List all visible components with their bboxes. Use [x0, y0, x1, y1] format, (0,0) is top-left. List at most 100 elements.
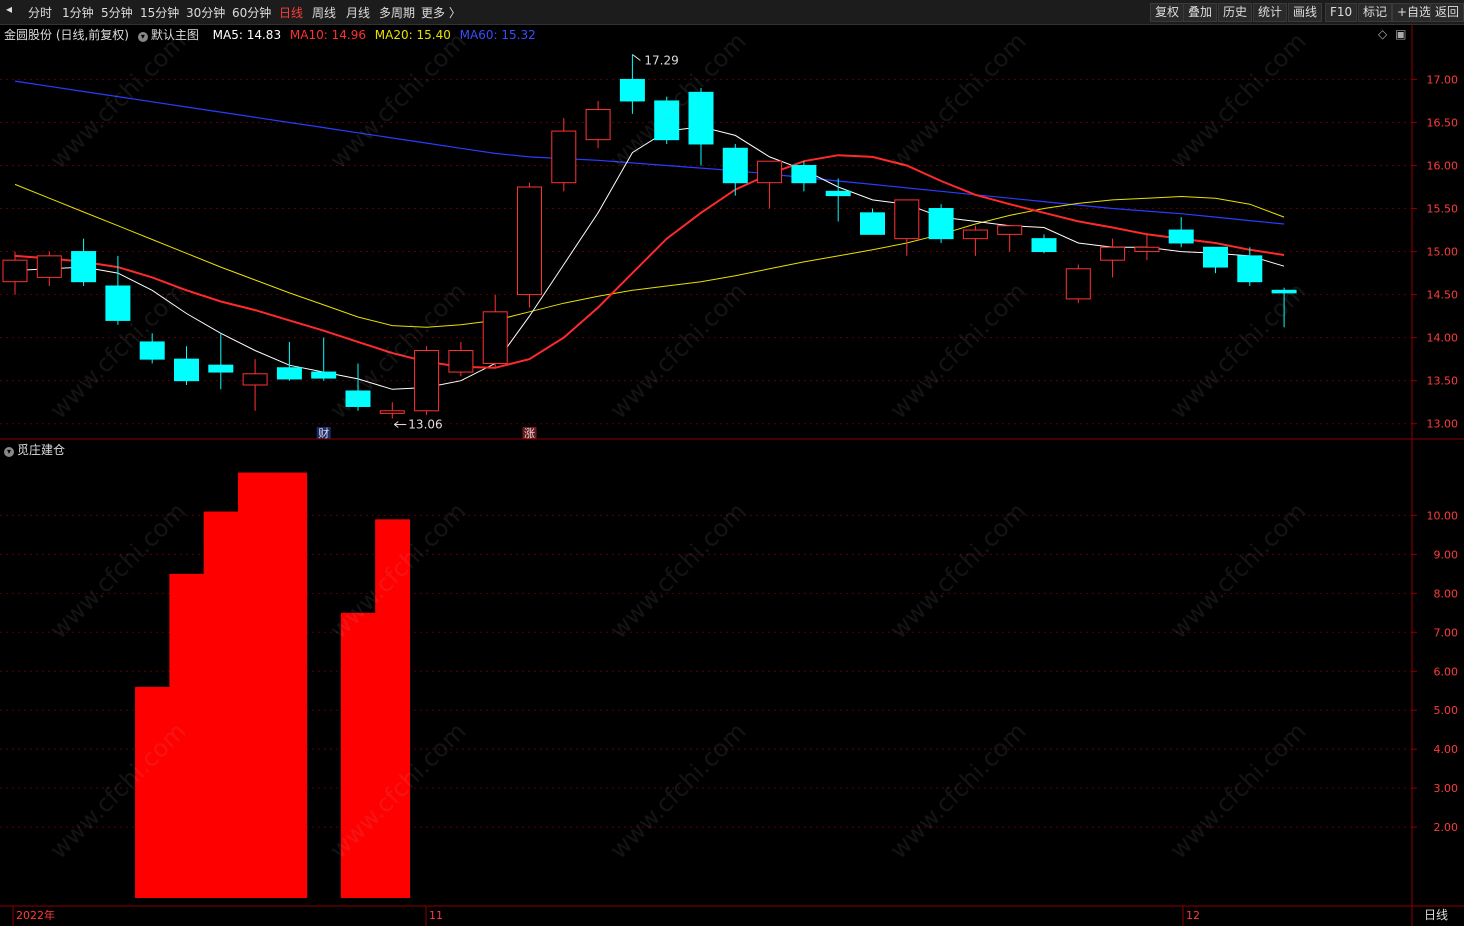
- indicator-y-tick-label: 6.00: [1434, 665, 1459, 678]
- indicator-bar: [237, 472, 273, 898]
- toolbar-button-1[interactable]: 叠加: [1183, 3, 1218, 22]
- candle-up: [585, 109, 611, 141]
- watermark-text: www.cfchi.com: [44, 277, 191, 424]
- period-label: 日线: [1424, 908, 1449, 922]
- indicator-y-tick-label: 4.00: [1434, 743, 1459, 756]
- watermark-text: www.cfchi.com: [1164, 277, 1311, 424]
- candle-down: [928, 208, 954, 240]
- indicator-y-tick-label: 8.00: [1434, 587, 1459, 600]
- watermark-text: www.cfchi.com: [604, 497, 751, 644]
- main-y-tick-label: 16.50: [1427, 116, 1459, 129]
- toolbar-button-6[interactable]: 标记: [1358, 3, 1393, 22]
- limit-up-marker: 涨: [524, 427, 535, 440]
- toolbar-button-3[interactable]: 统计: [1253, 3, 1288, 22]
- watermark-text: www.cfchi.com: [44, 497, 191, 644]
- candle-up: [379, 410, 405, 414]
- watermark-text: www.cfchi.com: [324, 27, 471, 174]
- watermark-text: www.cfchi.com: [44, 717, 191, 864]
- candle-down: [276, 367, 302, 380]
- main-y-tick-label: 13.00: [1427, 418, 1459, 431]
- watermark-text: www.cfchi.com: [884, 277, 1031, 424]
- period-tab-9[interactable]: 多周期: [379, 4, 415, 21]
- candle-up: [1065, 268, 1091, 300]
- period-tab-6[interactable]: 日线: [279, 4, 303, 21]
- toolbar-button-5[interactable]: F10: [1325, 3, 1358, 22]
- toolbar-button-2[interactable]: 历史: [1218, 3, 1253, 22]
- indicator-header: ▾ 觅庄建仓: [4, 441, 65, 458]
- candle-up: [2, 259, 28, 283]
- indicator-bar: [375, 519, 411, 898]
- candle-up: [894, 199, 920, 240]
- candle-down: [1271, 289, 1297, 294]
- main-y-tick-label: 15.50: [1427, 203, 1459, 216]
- main-y-tick-label: 13.50: [1427, 375, 1459, 388]
- candle-up: [1134, 246, 1160, 253]
- back-arrow-icon[interactable]: ◂: [6, 2, 12, 16]
- watermark-text: www.cfchi.com: [604, 717, 751, 864]
- watermark-text: www.cfchi.com: [884, 717, 1031, 864]
- toolbar-button-4[interactable]: 画线: [1288, 3, 1323, 22]
- indicator-y-tick-label: 9.00: [1434, 548, 1459, 561]
- period-tab-2[interactable]: 5分钟: [101, 4, 133, 21]
- candle-down: [825, 190, 851, 197]
- candle-up: [1100, 246, 1126, 261]
- collapse-icon[interactable]: ▾: [4, 447, 14, 457]
- dropdown-icon: ▾: [137, 32, 148, 42]
- period-tab-10[interactable]: 更多 〉: [421, 4, 461, 21]
- period-toolbar: 分时 1分钟 5分钟 15分钟 30分钟 60分钟 日线 周线 月线 多周期 更多 〉 ◂ 复权 叠加 历史…: [0, 0, 1464, 25]
- candle-up: [414, 350, 440, 412]
- candle-up: [517, 186, 542, 296]
- candle-down: [791, 164, 817, 184]
- indicator-bar: [203, 511, 239, 898]
- watermark-text: www.cfchi.com: [604, 277, 751, 424]
- candle-down: [105, 285, 131, 321]
- period-tab-0[interactable]: 分时: [28, 4, 52, 21]
- indicator-bar: [340, 612, 376, 898]
- candle-down: [1031, 238, 1057, 253]
- candle-up: [551, 130, 577, 184]
- period-tab-1[interactable]: 1分钟: [62, 4, 94, 21]
- candle-up: [962, 229, 988, 240]
- x-tick-label: 12: [1186, 909, 1200, 922]
- watermark-text: www.cfchi.com: [604, 27, 751, 174]
- toolbar-button-8[interactable]: 返回: [1430, 3, 1464, 22]
- watermark-text: www.cfchi.com: [884, 27, 1031, 174]
- candle-down: [345, 390, 371, 407]
- period-tab-7[interactable]: 周线: [312, 4, 336, 21]
- candle-down: [654, 100, 680, 141]
- period-tab-4[interactable]: 30分钟: [186, 4, 225, 21]
- x-tick-label: 11: [429, 909, 443, 922]
- low-price-label: 13.06: [408, 418, 442, 432]
- period-tab-8[interactable]: 月线: [346, 4, 370, 21]
- high-marker-arrow: [632, 54, 641, 61]
- finance-event-marker: 财: [318, 426, 329, 440]
- ma60-label: MA60: 15.32: [459, 28, 536, 42]
- candle-up: [997, 225, 1023, 235]
- main-y-tick-label: 16.00: [1427, 159, 1459, 172]
- candle-down: [1168, 229, 1194, 244]
- indicator-bar: [272, 472, 308, 898]
- candle-down: [860, 212, 885, 235]
- window-icon[interactable]: ▣: [1395, 27, 1406, 41]
- watermark-text: www.cfchi.com: [1164, 497, 1311, 644]
- indicator-bar: [169, 573, 205, 898]
- candle-down: [1237, 255, 1263, 283]
- toolbar-button-0[interactable]: 复权: [1150, 3, 1185, 22]
- candle-up: [757, 160, 783, 184]
- low-arrow-head: [394, 421, 399, 428]
- period-tab-5[interactable]: 60分钟: [232, 4, 271, 21]
- candle-down: [311, 371, 337, 379]
- watermark-text: www.cfchi.com: [324, 497, 471, 644]
- high-price-label: 17.29: [644, 53, 678, 67]
- template-selector[interactable]: ▾ 默认主图: [137, 28, 208, 42]
- candle-down: [71, 251, 97, 283]
- stock-title: 金圆股份 (日线,前复权): [4, 28, 129, 42]
- candle-up: [482, 311, 508, 364]
- diamond-icon[interactable]: ◇: [1378, 27, 1387, 41]
- period-tab-3[interactable]: 15分钟: [140, 4, 179, 21]
- stock-chart[interactable]: 17.29 13.06 财 涨 17.00 16.50 16.00 15.50 15.00 14…: [0, 0, 1464, 926]
- candle-up: [242, 373, 268, 386]
- event-marker-bg: [522, 427, 537, 439]
- indicator-y-tick-label: 5.00: [1434, 704, 1459, 717]
- ma20-line: [14, 183, 1285, 328]
